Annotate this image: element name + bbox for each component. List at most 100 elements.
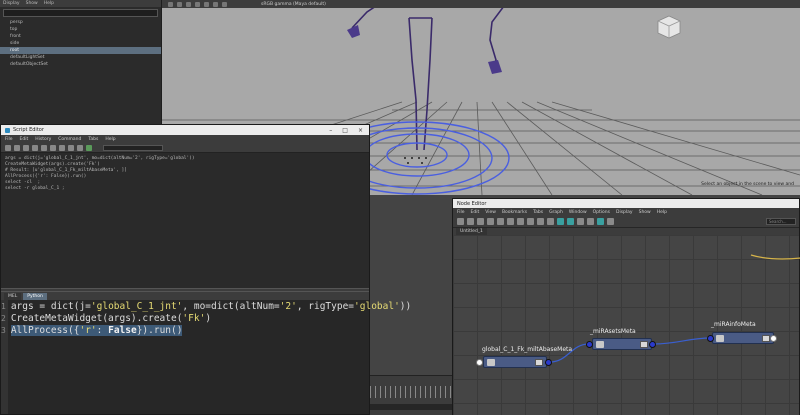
menu-command[interactable]: Command [58,137,81,142]
ne-menu-show[interactable]: Show [639,210,651,215]
ne-menu-bookmarks[interactable]: Bookmarks [502,210,527,215]
select-camera-icon[interactable] [168,1,173,7]
execute-icon[interactable] [86,144,92,151]
execute-all-icon[interactable] [77,144,83,151]
node-search-input[interactable]: Search... [766,218,796,225]
output-port[interactable] [545,359,552,366]
graph-up-icon[interactable] [457,218,464,225]
ne-menu-graph[interactable]: Graph [549,210,563,215]
clear-all-icon[interactable] [68,144,74,151]
outliner-item[interactable]: persp [0,19,161,26]
input-port[interactable] [707,335,714,342]
input-port[interactable] [476,359,483,366]
menu-help[interactable]: Help [105,137,115,142]
node-editor-titlebar[interactable]: Node Editor [453,199,799,208]
node-label: _miRAsetsMeta [590,328,636,335]
clear-history-icon[interactable] [50,144,56,151]
input-port[interactable] [586,341,593,348]
code-line-3: AllProcess({'r': False}).run() [10,325,411,337]
search-field[interactable] [103,144,163,151]
connected-mode-icon[interactable] [537,218,544,225]
simple-mode-icon[interactable] [527,218,534,225]
ne-menu-display[interactable]: Display [616,210,633,215]
clear-graph-icon[interactable] [477,218,484,225]
history-pane[interactable]: args = dict(j='global_C_1_jnt', mo=dict(… [1,153,369,288]
script-editor-titlebar[interactable]: Script Editor – □ × [1,125,369,135]
output-port[interactable] [649,341,656,348]
meta-node-info[interactable] [712,332,774,344]
clear-input-icon[interactable] [59,144,65,151]
xray-icon[interactable] [222,1,227,7]
bookmark-icon[interactable] [607,218,614,225]
output-port[interactable] [770,335,777,342]
meta-node-assets[interactable] [592,338,652,350]
menu-history[interactable]: History [35,137,51,142]
ne-menu-tabs[interactable]: Tabs [533,210,543,215]
code-text: AllProcess({ [10,325,80,336]
swatches-icon[interactable] [587,218,594,225]
outliner-menu-show[interactable]: Show [26,1,38,6]
code-input-pane[interactable]: 1 2 3 args = dict(j='global_C_1_jnt', mo… [1,300,411,414]
wireframe-icon[interactable] [186,1,191,7]
node-attributes-icon[interactable] [762,334,770,342]
source-script-icon[interactable] [14,144,20,151]
outliner-item[interactable]: front [0,33,161,40]
textured-icon[interactable] [204,1,209,7]
ne-menu-view[interactable]: View [485,210,496,215]
ne-menu-file[interactable]: File [457,210,465,215]
attribute-filter-icon[interactable] [597,218,604,225]
ne-menu-help[interactable]: Help [657,210,667,215]
tab-untitled[interactable]: Untitled_1 [456,228,487,235]
ne-menu-edit[interactable]: Edit [471,210,480,215]
remove-node-icon[interactable] [487,218,494,225]
ne-menu-window[interactable]: Window [569,210,587,215]
ne-menu-options[interactable]: Options [593,210,610,215]
node-attributes-icon[interactable] [535,358,543,366]
maximize-icon[interactable]: □ [342,127,348,134]
outliner-item[interactable]: side [0,40,161,47]
menu-edit[interactable]: Edit [20,137,29,142]
meta-node-global[interactable] [483,356,547,368]
minimize-icon[interactable]: – [329,127,332,134]
grid-toggle-icon[interactable] [557,218,564,225]
viewcube-icon[interactable] [656,14,682,40]
node-graph-canvas[interactable]: global_C_1_Fk_miltAbaseMeta _miRAsetsMet… [453,235,800,415]
outliner-item[interactable]: defaultLightSet [0,54,161,61]
range-slider[interactable] [370,404,452,410]
save-script-icon[interactable] [23,144,29,151]
outliner-menu-display[interactable]: Display [3,1,20,6]
tab-mel[interactable]: MEL [4,293,22,300]
grid-icon[interactable] [177,1,182,7]
code-line-2: CreateMetaWidget(args).create('Fk') [11,313,411,325]
full-mode-icon[interactable] [547,218,554,225]
close-icon[interactable]: × [358,127,363,134]
show-line-numbers-icon[interactable] [41,144,47,151]
color-space-label[interactable]: sRGB gamma (Maya default) [261,2,326,7]
code-text: )) [399,301,412,312]
node-attributes-icon[interactable] [640,340,648,348]
lighting-icon[interactable] [213,1,218,7]
menu-file[interactable]: File [5,137,13,142]
line-number: 2 [1,314,6,323]
open-script-icon[interactable] [5,144,11,151]
node-editor-toolbar: Search... [453,216,799,228]
snap-grid-icon[interactable] [567,218,574,225]
outliner-search-input[interactable] [3,9,158,17]
echo-all-icon[interactable] [32,144,38,151]
selected-code: AllProcess({'r': False}).run() [10,325,183,336]
outliner-item[interactable]: defaultObjectSet [0,61,161,68]
layout-icon[interactable] [577,218,584,225]
outliner-item[interactable]: top [0,26,161,33]
time-slider[interactable] [370,375,452,415]
outliner-item-selected[interactable]: root [0,47,161,54]
shaded-icon[interactable] [195,1,200,7]
script-editor-toolbar [1,143,369,153]
add-node-icon[interactable] [497,218,504,225]
frame-all-icon[interactable] [507,218,514,225]
graph-down-icon[interactable] [467,218,474,225]
tab-python[interactable]: Python [23,293,47,300]
code-editor[interactable]: args = dict(j='global_C_1_jnt', mo=dict(… [8,300,413,414]
frame-selected-icon[interactable] [517,218,524,225]
menu-tabs[interactable]: Tabs [88,137,98,142]
outliner-menu-help[interactable]: Help [44,1,54,6]
